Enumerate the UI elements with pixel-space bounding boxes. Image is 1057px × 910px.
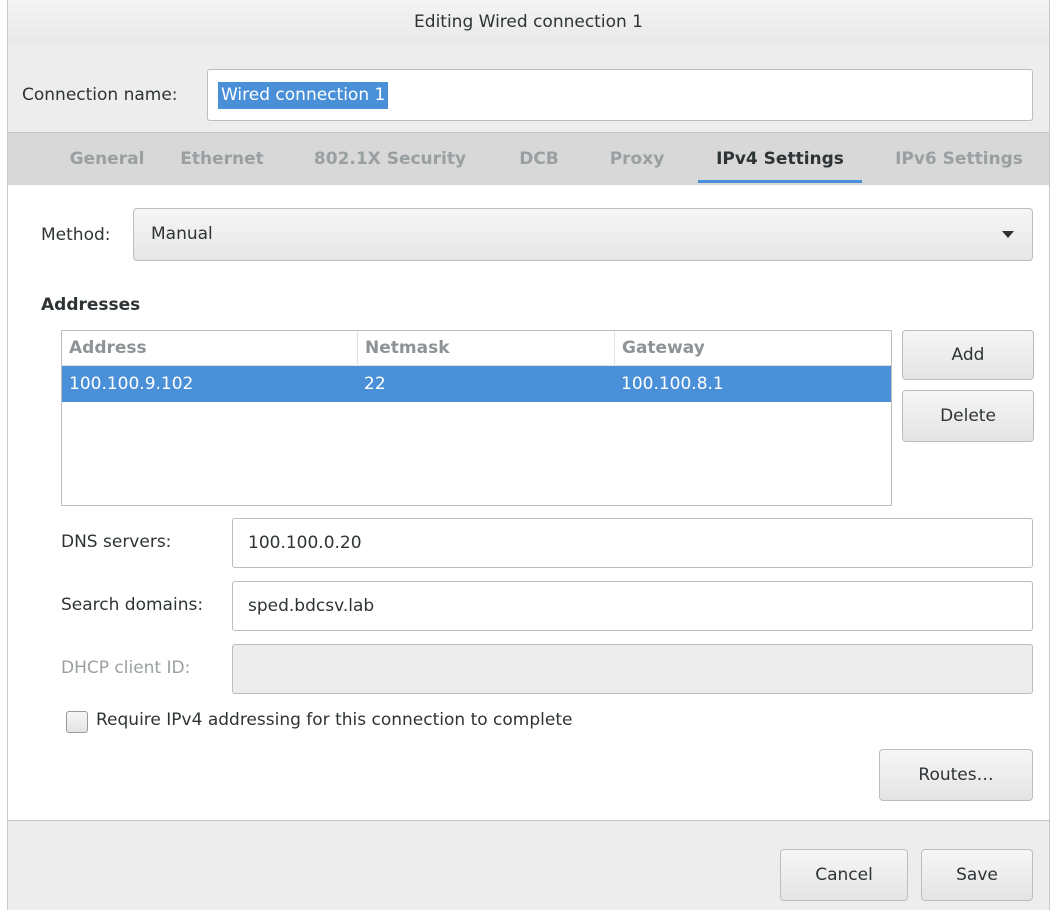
save-button[interactable]: Save [921, 849, 1033, 901]
connection-name-input[interactable]: Wired connection 1 [207, 69, 1033, 121]
dropdown-arrow-icon [1002, 231, 1014, 238]
column-header-address[interactable]: Address [62, 331, 357, 365]
tab-802-1x-security[interactable]: 802.1X Security [304, 133, 476, 185]
dhcp-client-id-label: DHCP client ID: [61, 658, 191, 678]
window-title: Editing Wired connection 1 [8, 0, 1049, 44]
tab-bar: General Ethernet 802.1X Security DCB Pro… [8, 132, 1049, 186]
column-header-gateway[interactable]: Gateway [614, 331, 891, 365]
cancel-button[interactable]: Cancel [780, 849, 908, 901]
dns-servers-field[interactable]: 100.100.0.20 [232, 518, 1033, 568]
method-dropdown[interactable]: Manual [133, 208, 1033, 261]
search-domains-value: sped.bdcsv.lab [248, 596, 375, 616]
tab-dcb[interactable]: DCB [512, 133, 566, 185]
table-row[interactable]: 100.100.9.102 22 100.100.8.1 [62, 366, 891, 402]
dns-servers-label: DNS servers: [61, 532, 172, 552]
dialog-window: Editing Wired connection 1 Connection na… [7, 0, 1050, 910]
connection-name-value: Wired connection 1 [218, 82, 389, 109]
ipv4-settings-panel: Method: Manual Addresses Address Netmask… [8, 185, 1049, 821]
require-ipv4-checkbox[interactable] [66, 711, 88, 733]
tab-ethernet[interactable]: Ethernet [176, 133, 268, 185]
cell-netmask[interactable]: 22 [357, 366, 386, 402]
tab-ipv4-settings[interactable]: IPv4 Settings [698, 133, 862, 185]
cell-address[interactable]: 100.100.9.102 [62, 366, 193, 402]
addresses-table[interactable]: Address Netmask Gateway 100.100.9.102 22… [61, 330, 892, 506]
add-address-button[interactable]: Add [902, 330, 1034, 380]
cell-gateway[interactable]: 100.100.8.1 [614, 366, 724, 402]
dns-servers-value: 100.100.0.20 [248, 533, 362, 553]
routes-button[interactable]: Routes… [879, 749, 1033, 801]
require-ipv4-label[interactable]: Require IPv4 addressing for this connect… [96, 710, 572, 730]
tab-ipv6-settings[interactable]: IPv6 Settings [884, 133, 1034, 185]
tab-general[interactable]: General [62, 133, 152, 185]
tab-proxy[interactable]: Proxy [600, 133, 674, 185]
search-domains-field[interactable]: sped.bdcsv.lab [232, 581, 1033, 631]
search-domains-label: Search domains: [61, 595, 204, 615]
connection-name-label: Connection name: [22, 85, 178, 105]
addresses-heading: Addresses [41, 295, 141, 315]
delete-address-button[interactable]: Delete [902, 390, 1034, 442]
method-value: Manual [151, 224, 213, 244]
column-header-netmask[interactable]: Netmask [357, 331, 614, 365]
table-header: Address Netmask Gateway [62, 331, 891, 366]
method-label: Method: [41, 225, 111, 245]
dhcp-client-id-field [232, 644, 1033, 694]
